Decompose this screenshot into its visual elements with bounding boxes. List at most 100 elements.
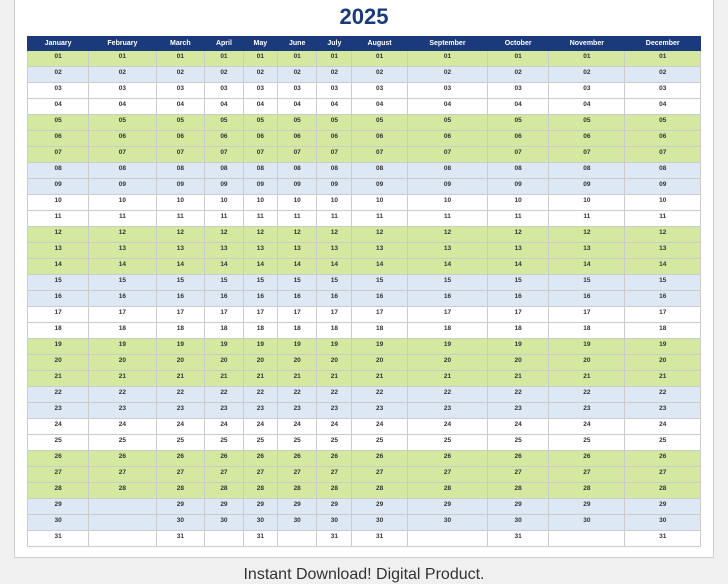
calendar-cell: 19 xyxy=(28,339,89,355)
calendar-cell: 26 xyxy=(28,451,89,467)
calendar-cell: 05 xyxy=(205,115,244,131)
calendar-cell: 15 xyxy=(407,275,487,291)
calendar-cell: 30 xyxy=(549,515,625,531)
calendar-cell: 24 xyxy=(549,419,625,435)
calendar-cell: 03 xyxy=(243,83,277,99)
calendar-cell: 21 xyxy=(317,371,352,387)
calendar-cell: 15 xyxy=(625,275,701,291)
calendar-cell: 17 xyxy=(352,307,408,323)
calendar-cell: 18 xyxy=(243,323,277,339)
calendar-cell: 03 xyxy=(549,83,625,99)
calendar-cell: 01 xyxy=(243,51,277,67)
calendar-cell: 28 xyxy=(352,483,408,499)
calendar-cell: 25 xyxy=(89,435,157,451)
calendar-cell: 22 xyxy=(156,387,204,403)
calendar-cell: 14 xyxy=(549,259,625,275)
calendar-cell: 12 xyxy=(407,227,487,243)
calendar-cell: 14 xyxy=(625,259,701,275)
calendar-cell: 30 xyxy=(28,515,89,531)
calendar-cell: 10 xyxy=(243,195,277,211)
calendar-cell: 05 xyxy=(407,115,487,131)
calendar-cell: 29 xyxy=(549,499,625,515)
calendar-cell: 21 xyxy=(28,371,89,387)
calendar-cell: 17 xyxy=(156,307,204,323)
calendar-cell: 10 xyxy=(488,195,549,211)
calendar-cell: 05 xyxy=(488,115,549,131)
table-row: 16 16 16 16 16 16 16 16 16 16 16 16 xyxy=(28,291,701,307)
calendar-cell: 20 xyxy=(156,355,204,371)
calendar-cell: 14 xyxy=(28,259,89,275)
calendar-cell: 18 xyxy=(488,323,549,339)
calendar-cell: 26 xyxy=(156,451,204,467)
calendar-cell: 31 xyxy=(625,531,701,547)
calendar-cell: 09 xyxy=(89,179,157,195)
calendar-cell: 08 xyxy=(317,163,352,179)
calendar-cell: 01 xyxy=(352,51,408,67)
calendar-cell: 05 xyxy=(277,115,317,131)
table-row: 01 01 01 01 01 01 01 01 01 01 01 01 xyxy=(28,51,701,67)
calendar-cell: 15 xyxy=(156,275,204,291)
calendar-cell: 04 xyxy=(488,99,549,115)
calendar-cell: 20 xyxy=(277,355,317,371)
calendar-cell: 23 xyxy=(407,403,487,419)
table-row: 30 30 30 30 30 30 30 30 30 30 30 xyxy=(28,515,701,531)
calendar-cell: 09 xyxy=(407,179,487,195)
calendar-cell: 13 xyxy=(488,243,549,259)
calendar-cell: 04 xyxy=(549,99,625,115)
year-title: 2025 xyxy=(27,4,701,30)
calendar-cell: 10 xyxy=(277,195,317,211)
calendar-cell: 02 xyxy=(205,67,244,83)
calendar-cell: 29 xyxy=(243,499,277,515)
calendar-cell: 18 xyxy=(317,323,352,339)
calendar-cell: 09 xyxy=(488,179,549,195)
calendar-container: 2025 January February March April May Ju… xyxy=(14,0,714,558)
calendar-cell: 01 xyxy=(156,51,204,67)
calendar-cell: 18 xyxy=(205,323,244,339)
calendar-cell: 28 xyxy=(243,483,277,499)
calendar-cell: 13 xyxy=(156,243,204,259)
calendar-cell: 13 xyxy=(28,243,89,259)
calendar-cell: 10 xyxy=(352,195,408,211)
calendar-cell: 27 xyxy=(488,467,549,483)
calendar-cell: 11 xyxy=(277,211,317,227)
calendar-cell: 24 xyxy=(89,419,157,435)
calendar-cell: 08 xyxy=(407,163,487,179)
calendar-cell: 28 xyxy=(89,483,157,499)
calendar-cell: 21 xyxy=(352,371,408,387)
calendar-cell: 15 xyxy=(205,275,244,291)
calendar-cell: 05 xyxy=(89,115,157,131)
table-row: 08 08 08 08 08 08 08 08 08 08 08 08 xyxy=(28,163,701,179)
month-oct: October xyxy=(488,37,549,51)
calendar-cell: 20 xyxy=(28,355,89,371)
calendar-cell: 02 xyxy=(277,67,317,83)
calendar-cell: 12 xyxy=(625,227,701,243)
calendar-cell: 22 xyxy=(243,387,277,403)
calendar-cell: 03 xyxy=(28,83,89,99)
calendar-cell: 12 xyxy=(243,227,277,243)
calendar-cell: 16 xyxy=(488,291,549,307)
calendar-cell: 14 xyxy=(89,259,157,275)
calendar-cell: 27 xyxy=(205,467,244,483)
calendar-cell: 31 xyxy=(28,531,89,547)
calendar-cell: 31 xyxy=(317,531,352,547)
calendar-cell: 13 xyxy=(89,243,157,259)
calendar-cell: 24 xyxy=(243,419,277,435)
calendar-cell: 23 xyxy=(277,403,317,419)
calendar-cell: 16 xyxy=(407,291,487,307)
calendar-cell: 27 xyxy=(156,467,204,483)
calendar-cell: 05 xyxy=(352,115,408,131)
calendar-cell: 27 xyxy=(407,467,487,483)
calendar-cell: 27 xyxy=(243,467,277,483)
calendar-cell: 06 xyxy=(28,131,89,147)
calendar-cell: 10 xyxy=(205,195,244,211)
calendar-cell: 19 xyxy=(89,339,157,355)
calendar-cell xyxy=(407,531,487,547)
calendar-cell: 31 xyxy=(488,531,549,547)
calendar-cell: 06 xyxy=(625,131,701,147)
calendar-cell: 18 xyxy=(407,323,487,339)
calendar-cell: 13 xyxy=(205,243,244,259)
table-row: 21 21 21 21 21 21 21 21 21 21 21 21 xyxy=(28,371,701,387)
calendar-cell: 03 xyxy=(625,83,701,99)
calendar-cell: 22 xyxy=(625,387,701,403)
month-feb: February xyxy=(89,37,157,51)
